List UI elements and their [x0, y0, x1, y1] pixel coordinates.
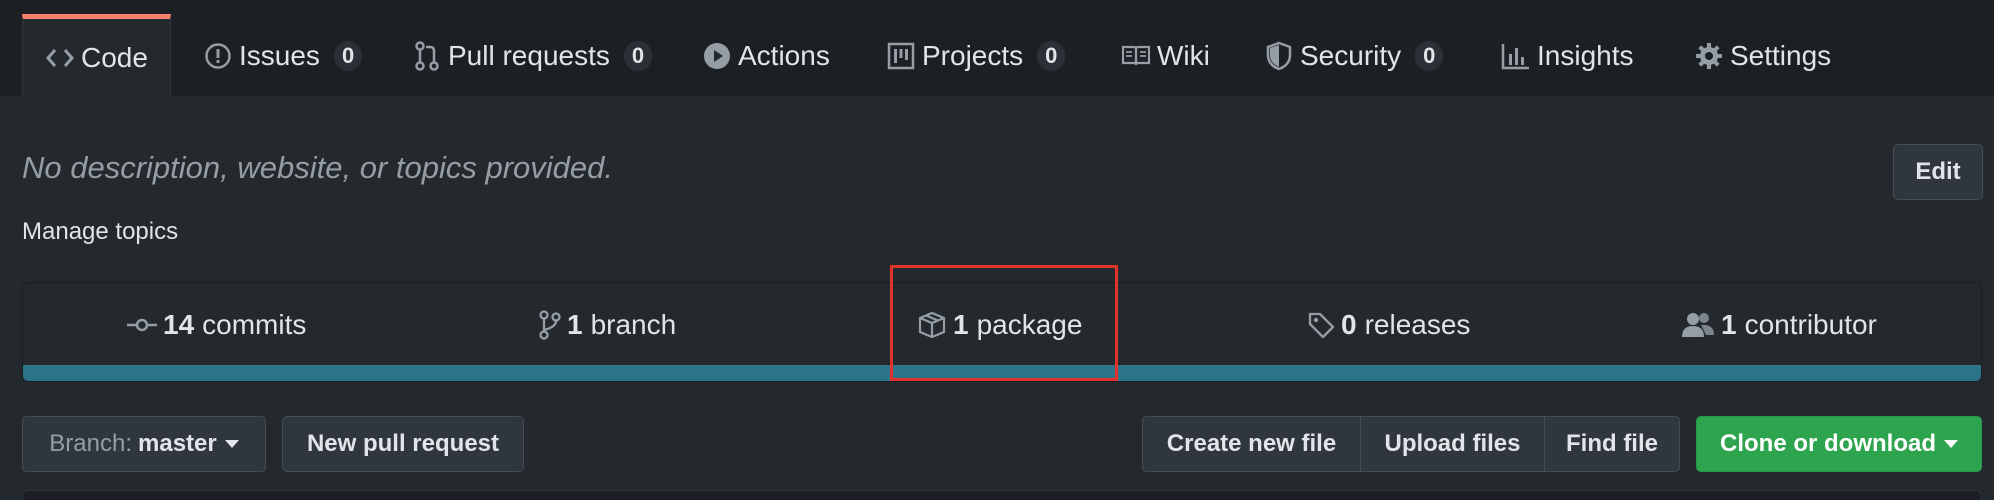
play-icon: [702, 41, 732, 71]
repo-tabnav: Code Issues 0 Pull requests 0 Actions Pr…: [0, 0, 1994, 97]
edit-button[interactable]: Edit: [1893, 144, 1983, 200]
tab-label: Code: [81, 42, 148, 73]
issues-counter: 0: [333, 41, 363, 71]
commits-count: 14: [163, 309, 195, 340]
highlight-box: [890, 265, 1118, 381]
tab-label: Issues: [239, 40, 320, 71]
tab-label: Actions: [738, 40, 830, 71]
find-file-button[interactable]: Find file: [1544, 416, 1680, 472]
repo-description: No description, website, or topics provi…: [22, 150, 614, 185]
contributors-label: contributor: [1744, 309, 1877, 340]
branch-label: Branch:: [49, 430, 132, 457]
upload-files-button[interactable]: Upload files: [1360, 416, 1545, 472]
clone-or-download-button[interactable]: Clone or download: [1696, 416, 1982, 472]
book-icon: [1121, 41, 1151, 71]
pull-requests-counter: 0: [623, 41, 653, 71]
branches-count: 1: [567, 309, 583, 340]
releases-label: releases: [1364, 309, 1471, 340]
contributors-count: 1: [1721, 309, 1737, 340]
tab-settings[interactable]: Settings: [1694, 16, 1831, 96]
releases-count: 0: [1341, 309, 1357, 340]
history-icon: [127, 318, 157, 332]
code-icon: [45, 43, 75, 73]
project-icon: [886, 41, 916, 71]
manage-topics-link[interactable]: Manage topics: [22, 218, 178, 246]
branches-label: branch: [590, 309, 677, 340]
tab-actions[interactable]: Actions: [702, 16, 830, 96]
new-pull-request-button[interactable]: New pull request: [282, 416, 524, 472]
caret-down-icon: [224, 440, 239, 448]
tab-label: Projects: [922, 40, 1024, 71]
branch-select-button[interactable]: Branch: master: [22, 416, 266, 472]
commits-label: commits: [202, 309, 307, 340]
projects-counter: 0: [1037, 41, 1066, 71]
tab-insights[interactable]: Insights: [1501, 16, 1634, 96]
releases-link[interactable]: 0 releases: [1307, 283, 1470, 367]
branches-link[interactable]: 1 branch: [539, 283, 676, 367]
tab-pull-requests[interactable]: Pull requests 0: [412, 16, 653, 96]
tab-label: Security: [1300, 40, 1402, 71]
caret-down-icon: [1944, 440, 1958, 448]
branch-value: master: [138, 430, 217, 457]
tab-label: Insights: [1537, 40, 1634, 71]
gear-icon: [1694, 41, 1724, 71]
git-branch-icon: [539, 310, 561, 340]
tab-code[interactable]: Code: [22, 14, 171, 97]
tab-issues[interactable]: Issues 0: [203, 16, 363, 96]
people-icon: [1681, 311, 1715, 339]
graph-icon: [1501, 41, 1531, 71]
tab-projects[interactable]: Projects 0: [886, 16, 1066, 96]
file-list-header: [22, 490, 1982, 500]
security-counter: 0: [1415, 41, 1444, 71]
commits-link[interactable]: 14 commits: [127, 283, 306, 367]
contributors-link[interactable]: 1 contributor: [1681, 283, 1877, 367]
shield-icon: [1264, 41, 1294, 71]
tab-label: Settings: [1730, 40, 1832, 71]
git-pull-request-icon: [412, 41, 442, 71]
tab-security[interactable]: Security 0: [1264, 16, 1444, 96]
clone-label: Clone or download: [1720, 430, 1936, 457]
tab-label: Pull requests: [448, 40, 610, 71]
issue-opened-icon: [203, 41, 233, 71]
tag-icon: [1307, 311, 1335, 339]
tab-label: Wiki: [1157, 40, 1210, 71]
tab-wiki[interactable]: Wiki: [1121, 16, 1210, 96]
create-new-file-button[interactable]: Create new file: [1142, 416, 1361, 472]
